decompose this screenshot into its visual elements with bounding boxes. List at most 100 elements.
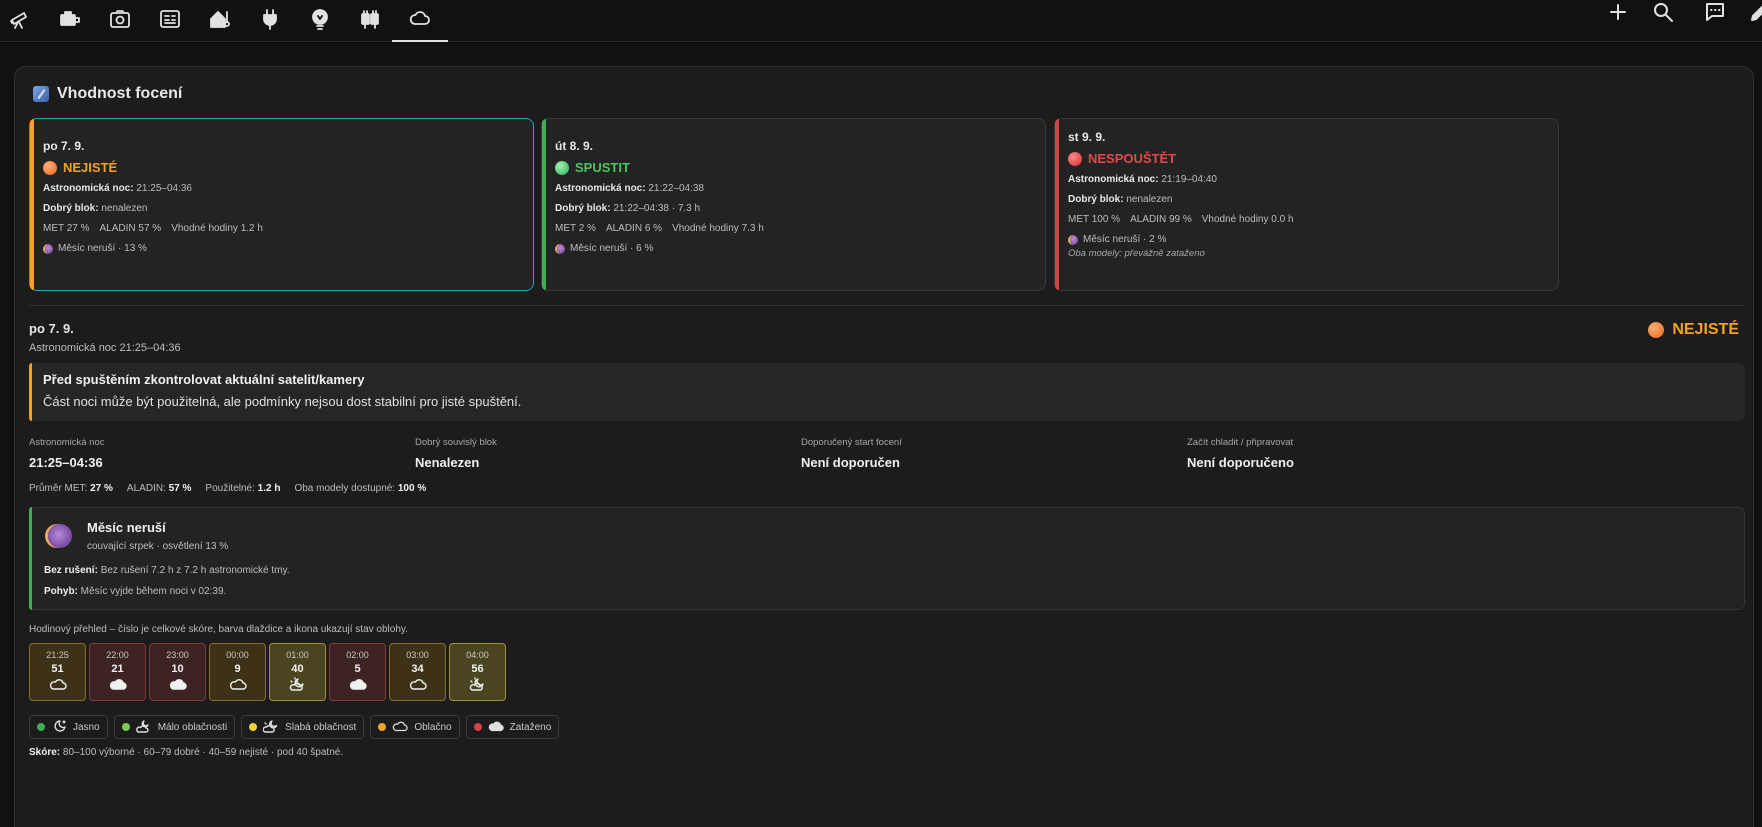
hour-time: 22:00 xyxy=(106,650,129,660)
tab-camera-body[interactable] xyxy=(42,0,98,42)
day-night: Astronomická noc: 21:25–04:36 xyxy=(43,183,192,194)
legend-item: Málo oblačnosti xyxy=(113,715,236,739)
legend-color-dot xyxy=(378,723,387,731)
met-value: MET 27 % xyxy=(43,223,90,234)
legend-label: Jasno xyxy=(73,721,100,733)
tab-power-plug[interactable] xyxy=(242,0,298,42)
edit-button[interactable] xyxy=(1740,0,1762,28)
weather-cloudy-icon xyxy=(408,6,432,35)
met-value: MET 100 % xyxy=(1068,214,1121,225)
day-status: NESPOUŠTĚT xyxy=(1068,151,1546,166)
stat-good-block: Dobrý souvislý blok Nenalezen xyxy=(415,437,497,470)
night-partly-cloudy-icon xyxy=(469,677,487,696)
power-plug-icon xyxy=(258,7,282,36)
hour-score: 34 xyxy=(411,663,424,675)
warning-box: Před spuštěním zkontrolovat aktuální sat… xyxy=(29,363,1745,421)
tab-power-plugs[interactable] xyxy=(342,0,398,42)
assist-button[interactable] xyxy=(1695,0,1735,28)
tab-dashboard[interactable] xyxy=(142,0,198,42)
power-plugs-icon xyxy=(358,7,382,36)
stat-cooling: Začít chladit / připravovat Není doporuč… xyxy=(1187,437,1294,470)
camera-icon xyxy=(108,7,132,36)
tab-telescope[interactable] xyxy=(0,0,48,42)
moon-subtitle: couvající srpek · osvětlení 13 % xyxy=(87,541,229,552)
hour-tile[interactable]: 00:00 9 xyxy=(209,643,266,701)
hour-tile[interactable]: 23:00 10 xyxy=(149,643,206,701)
tab-camera[interactable] xyxy=(92,0,148,42)
moon-icon xyxy=(555,243,565,254)
hour-tile[interactable]: 22:00 21 xyxy=(89,643,146,701)
hour-tile[interactable]: 02:00 5 xyxy=(329,643,386,701)
tab-weather[interactable] xyxy=(392,0,448,42)
hour-time: 00:00 xyxy=(226,650,249,660)
few-clouds-icon xyxy=(135,719,152,736)
stat-value: 21:25–04:36 xyxy=(29,455,103,470)
legend-color-dot xyxy=(37,723,45,731)
photo-suitability-card: Vhodnost focení po 7. 9. NEJISTÉ Astrono… xyxy=(14,66,1754,827)
hour-time: 23:00 xyxy=(166,650,189,660)
day-block: Dobrý blok: nenalezen xyxy=(1068,194,1173,205)
status-dot-icon xyxy=(1648,322,1665,338)
day-status-label: SPUSTIT xyxy=(575,160,630,175)
avg-usable: Použitelné: 1.2 h xyxy=(205,483,281,494)
add-button[interactable] xyxy=(1598,0,1638,28)
day-note: Oba modely: převážně zataženo xyxy=(1068,248,1205,259)
overcast-icon xyxy=(488,719,504,736)
day-card-wed[interactable]: st 9. 9. NESPOUŠTĚT Astronomická noc: 21… xyxy=(1054,118,1559,291)
day-card-mon[interactable]: po 7. 9. NEJISTÉ Astronomická noc: 21:25… xyxy=(29,118,534,291)
stat-label: Začít chladit / připravovat xyxy=(1187,437,1294,448)
usable-hours: Vhodné hodiny 7.3 h xyxy=(672,223,764,234)
detail-date: po 7. 9. xyxy=(29,321,74,336)
status-dot-icon xyxy=(43,160,57,175)
moon-label: Měsíc neruší · 6 % xyxy=(570,243,654,254)
hour-tile[interactable]: 04:00 56 xyxy=(449,643,506,701)
overcast-icon xyxy=(169,677,187,696)
day-date: st 9. 9. xyxy=(1068,130,1106,144)
day-date: po 7. 9. xyxy=(43,139,85,153)
hour-time: 04:00 xyxy=(466,650,489,660)
day-moon: Měsíc neruší · 13 % xyxy=(43,243,521,254)
day-status-label: NEJISTÉ xyxy=(63,160,118,175)
stat-astro-night: Astronomická noc 21:25–04:36 xyxy=(29,437,105,470)
day-night: Astronomická noc: 21:19–04:40 xyxy=(1068,174,1217,185)
stat-value: Není doporučeno xyxy=(1187,455,1294,470)
moon-label: Měsíc neruší · 13 % xyxy=(58,243,147,254)
lightbulb-icon xyxy=(308,7,332,36)
tab-home-thermometer[interactable] xyxy=(192,0,248,42)
score-legend: Skóre: 80–100 výborné · 60–79 dobré · 40… xyxy=(29,747,344,758)
hour-tile[interactable]: 01:00 40 xyxy=(269,643,326,701)
telescope-image-icon xyxy=(33,86,49,102)
divider xyxy=(29,305,1745,306)
legend-color-dot xyxy=(473,723,482,731)
aladin-value: ALADIN 57 % xyxy=(99,223,162,234)
telescope-icon xyxy=(8,7,32,36)
cloudy-icon xyxy=(409,677,427,696)
usable-hours: Vhodné hodiny 0.0 h xyxy=(1201,214,1294,225)
hour-tile[interactable]: 21:25 51 xyxy=(29,643,86,701)
top-toolbar xyxy=(0,0,1762,42)
search-button[interactable] xyxy=(1643,0,1683,28)
day-block: Dobrý blok: 21:22–04:38 · 7.3 h xyxy=(555,203,701,214)
stat-label: Doporučený start focení xyxy=(801,437,902,448)
day-card-tue[interactable]: út 8. 9. SPUSTIT Astronomická noc: 21:22… xyxy=(541,118,1046,291)
moon-phase-icon xyxy=(48,524,72,548)
pencil-icon xyxy=(1748,0,1762,29)
sky-legend: Jasno Málo oblačnosti Slabá oblačnost Oblač… xyxy=(29,715,560,739)
day-moon: Měsíc neruší · 2 % xyxy=(1068,234,1546,245)
moon-movement: Pohyb: Měsíc vyjde během noci v 02:39. xyxy=(44,586,227,597)
legend-color-dot xyxy=(121,723,130,731)
hour-time: 01:00 xyxy=(286,650,309,660)
hour-score: 10 xyxy=(171,663,184,675)
tab-lightbulb[interactable] xyxy=(292,0,348,42)
hour-time: 03:00 xyxy=(406,650,429,660)
hour-score: 5 xyxy=(354,663,361,675)
detail-status-label: NEJISTÉ xyxy=(1672,321,1739,338)
day-status: SPUSTIT xyxy=(555,160,1033,175)
message-icon xyxy=(1703,0,1727,29)
day-metrics: MET 27 % ALADIN 57 % Vhodné hodiny 1.2 h xyxy=(43,223,521,234)
legend-label: Oblačno xyxy=(414,721,452,733)
plus-icon xyxy=(1606,0,1630,29)
partly-cloudy-icon xyxy=(262,719,279,736)
hour-tile[interactable]: 03:00 34 xyxy=(389,643,446,701)
hour-score: 40 xyxy=(291,663,304,675)
